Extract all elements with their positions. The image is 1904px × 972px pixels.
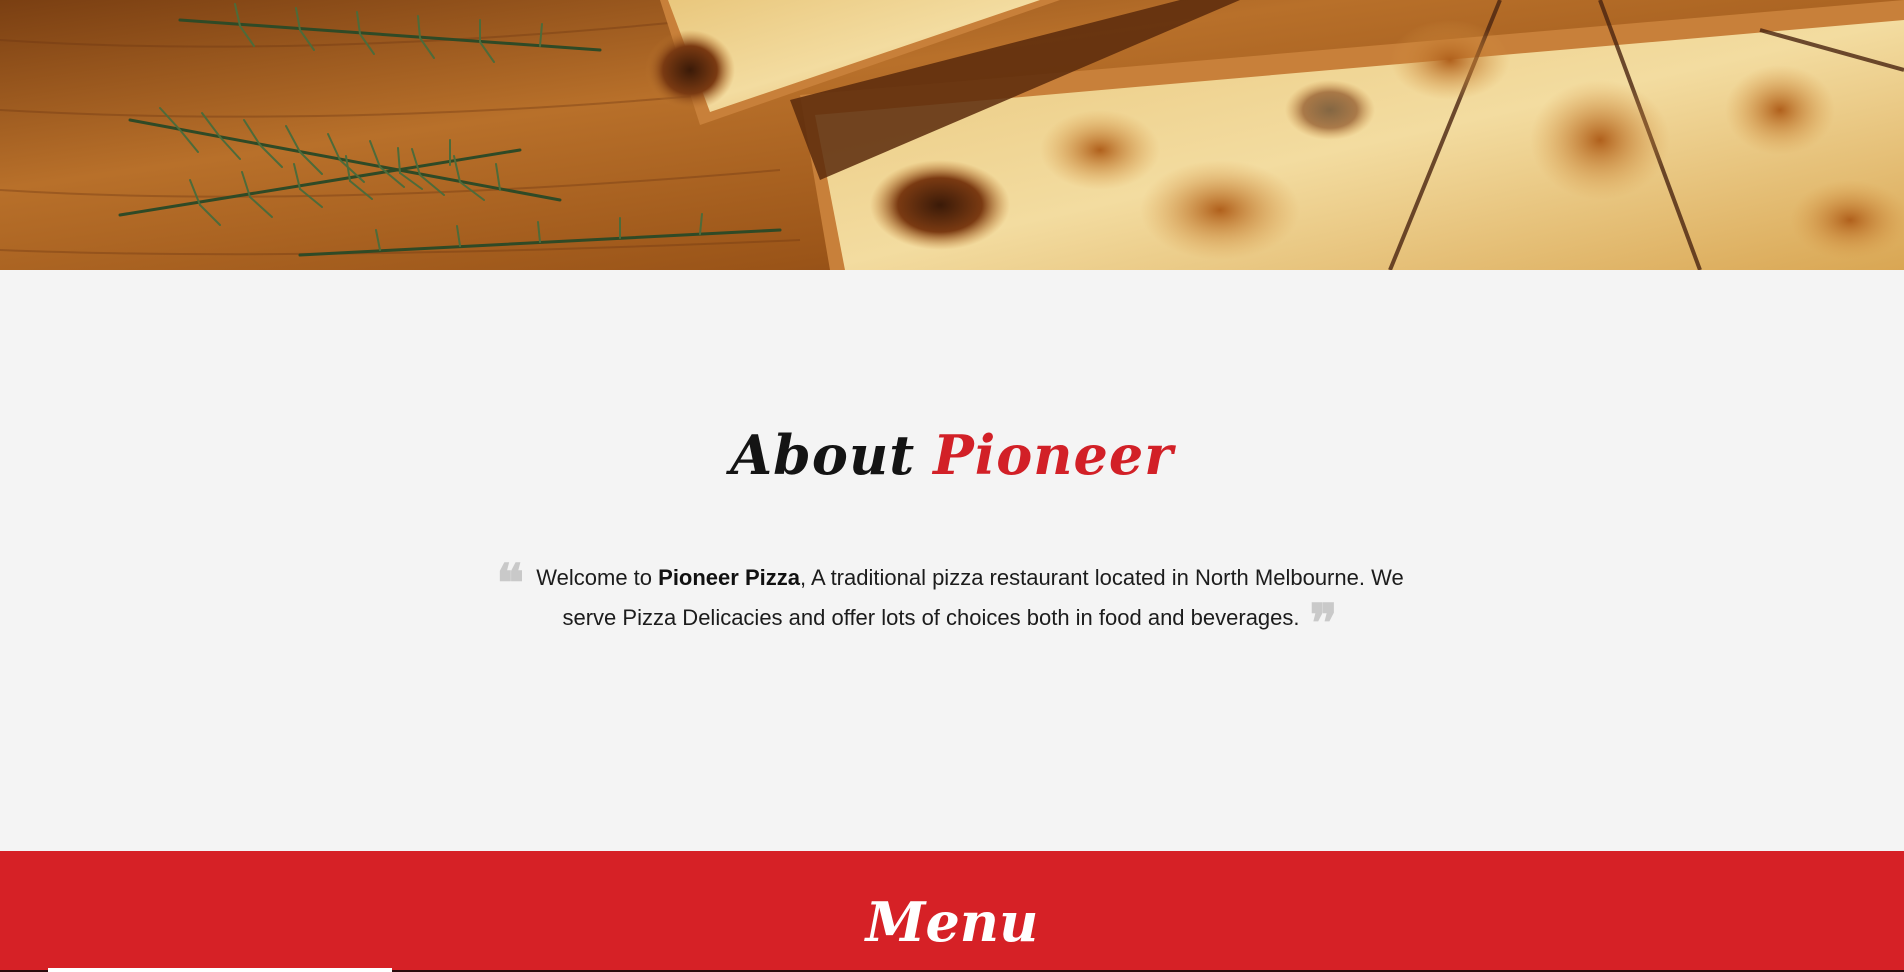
close-quote-icon: ❞ bbox=[1309, 593, 1338, 654]
about-title: About Pioneer bbox=[0, 428, 1904, 482]
about-title-word-about: About bbox=[730, 423, 916, 487]
about-text-intro: Welcome to bbox=[536, 565, 659, 590]
about-section: About Pioneer ❝ Welcome to Pioneer Pizza, … bbox=[0, 270, 1904, 851]
about-title-word-pioneer: Pioneer bbox=[933, 423, 1174, 487]
pizza-photo bbox=[0, 0, 1904, 270]
open-quote-icon: ❝ bbox=[496, 553, 525, 614]
page: About Pioneer ❝ Welcome to Pioneer Pizza, … bbox=[0, 0, 1904, 972]
about-text-brand: Pioneer Pizza bbox=[658, 565, 800, 590]
about-description: ❝ Welcome to Pioneer Pizza, A traditional… bbox=[480, 558, 1420, 650]
hero-banner-image bbox=[0, 0, 1904, 270]
menu-section: Menu bbox=[0, 851, 1904, 972]
menu-title: Menu bbox=[865, 890, 1039, 954]
menu-tab-active-indicator[interactable] bbox=[48, 968, 392, 972]
